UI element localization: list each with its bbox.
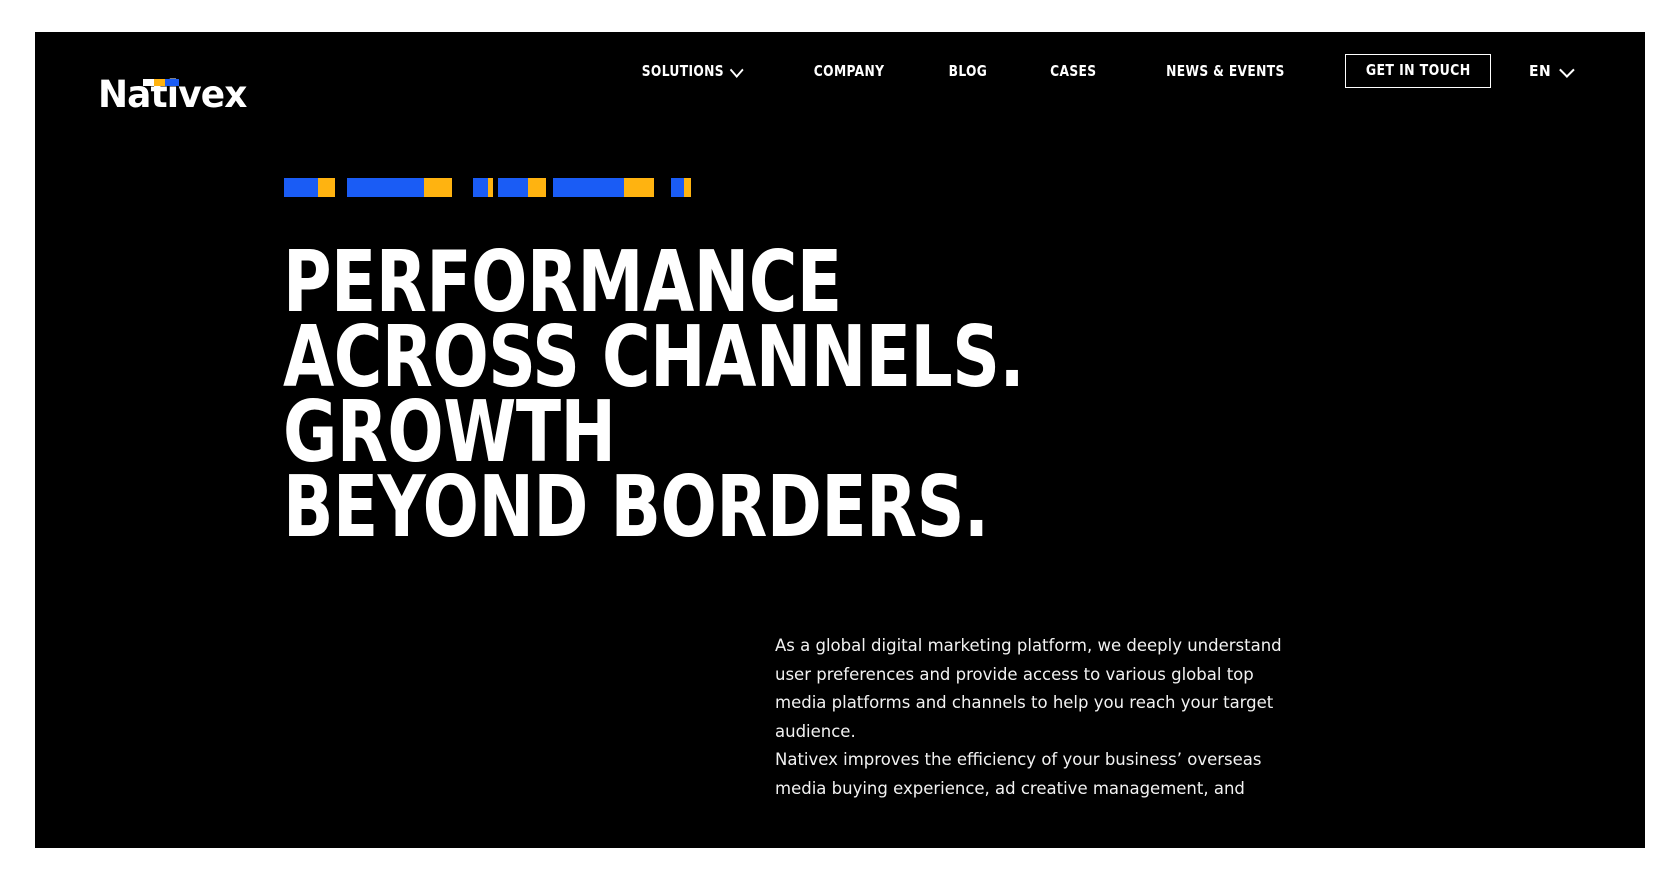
decoration-segment xyxy=(498,178,528,197)
hero-decoration-bars xyxy=(284,178,691,197)
page-root: Nativex SOLUTIONS COMPANY BLOG CASES NEW… xyxy=(0,0,1678,880)
headline-line: BEYOND BORDERS. xyxy=(283,457,989,557)
decoration-segment xyxy=(318,178,335,197)
decoration-segment xyxy=(624,178,654,197)
site-canvas: Nativex SOLUTIONS COMPANY BLOG CASES NEW… xyxy=(35,32,1645,848)
hero-paragraph: Nativex improves the efficiency of your … xyxy=(775,750,1262,798)
decoration-segment xyxy=(473,178,488,197)
decoration-segment xyxy=(671,178,684,197)
decoration-segment xyxy=(347,178,424,197)
decoration-segment xyxy=(284,178,318,197)
decoration-gap xyxy=(452,178,473,197)
decoration-gap xyxy=(335,178,347,197)
decoration-segment xyxy=(553,178,624,197)
hero-section: PERFORMANCE ACROSS CHANNELS. GROWTH BEYO… xyxy=(35,32,1645,848)
decoration-gap xyxy=(654,178,671,197)
decoration-segment xyxy=(528,178,546,197)
decoration-segment xyxy=(684,178,691,197)
hero-description: As a global digital marketing platform, … xyxy=(775,632,1295,803)
decoration-gap xyxy=(546,178,553,197)
decoration-segment xyxy=(424,178,452,197)
hero-headline: PERFORMANCE ACROSS CHANNELS. GROWTH BEYO… xyxy=(283,239,1089,549)
decoration-bar-segments xyxy=(284,178,691,197)
hero-paragraph: As a global digital marketing platform, … xyxy=(775,636,1282,741)
